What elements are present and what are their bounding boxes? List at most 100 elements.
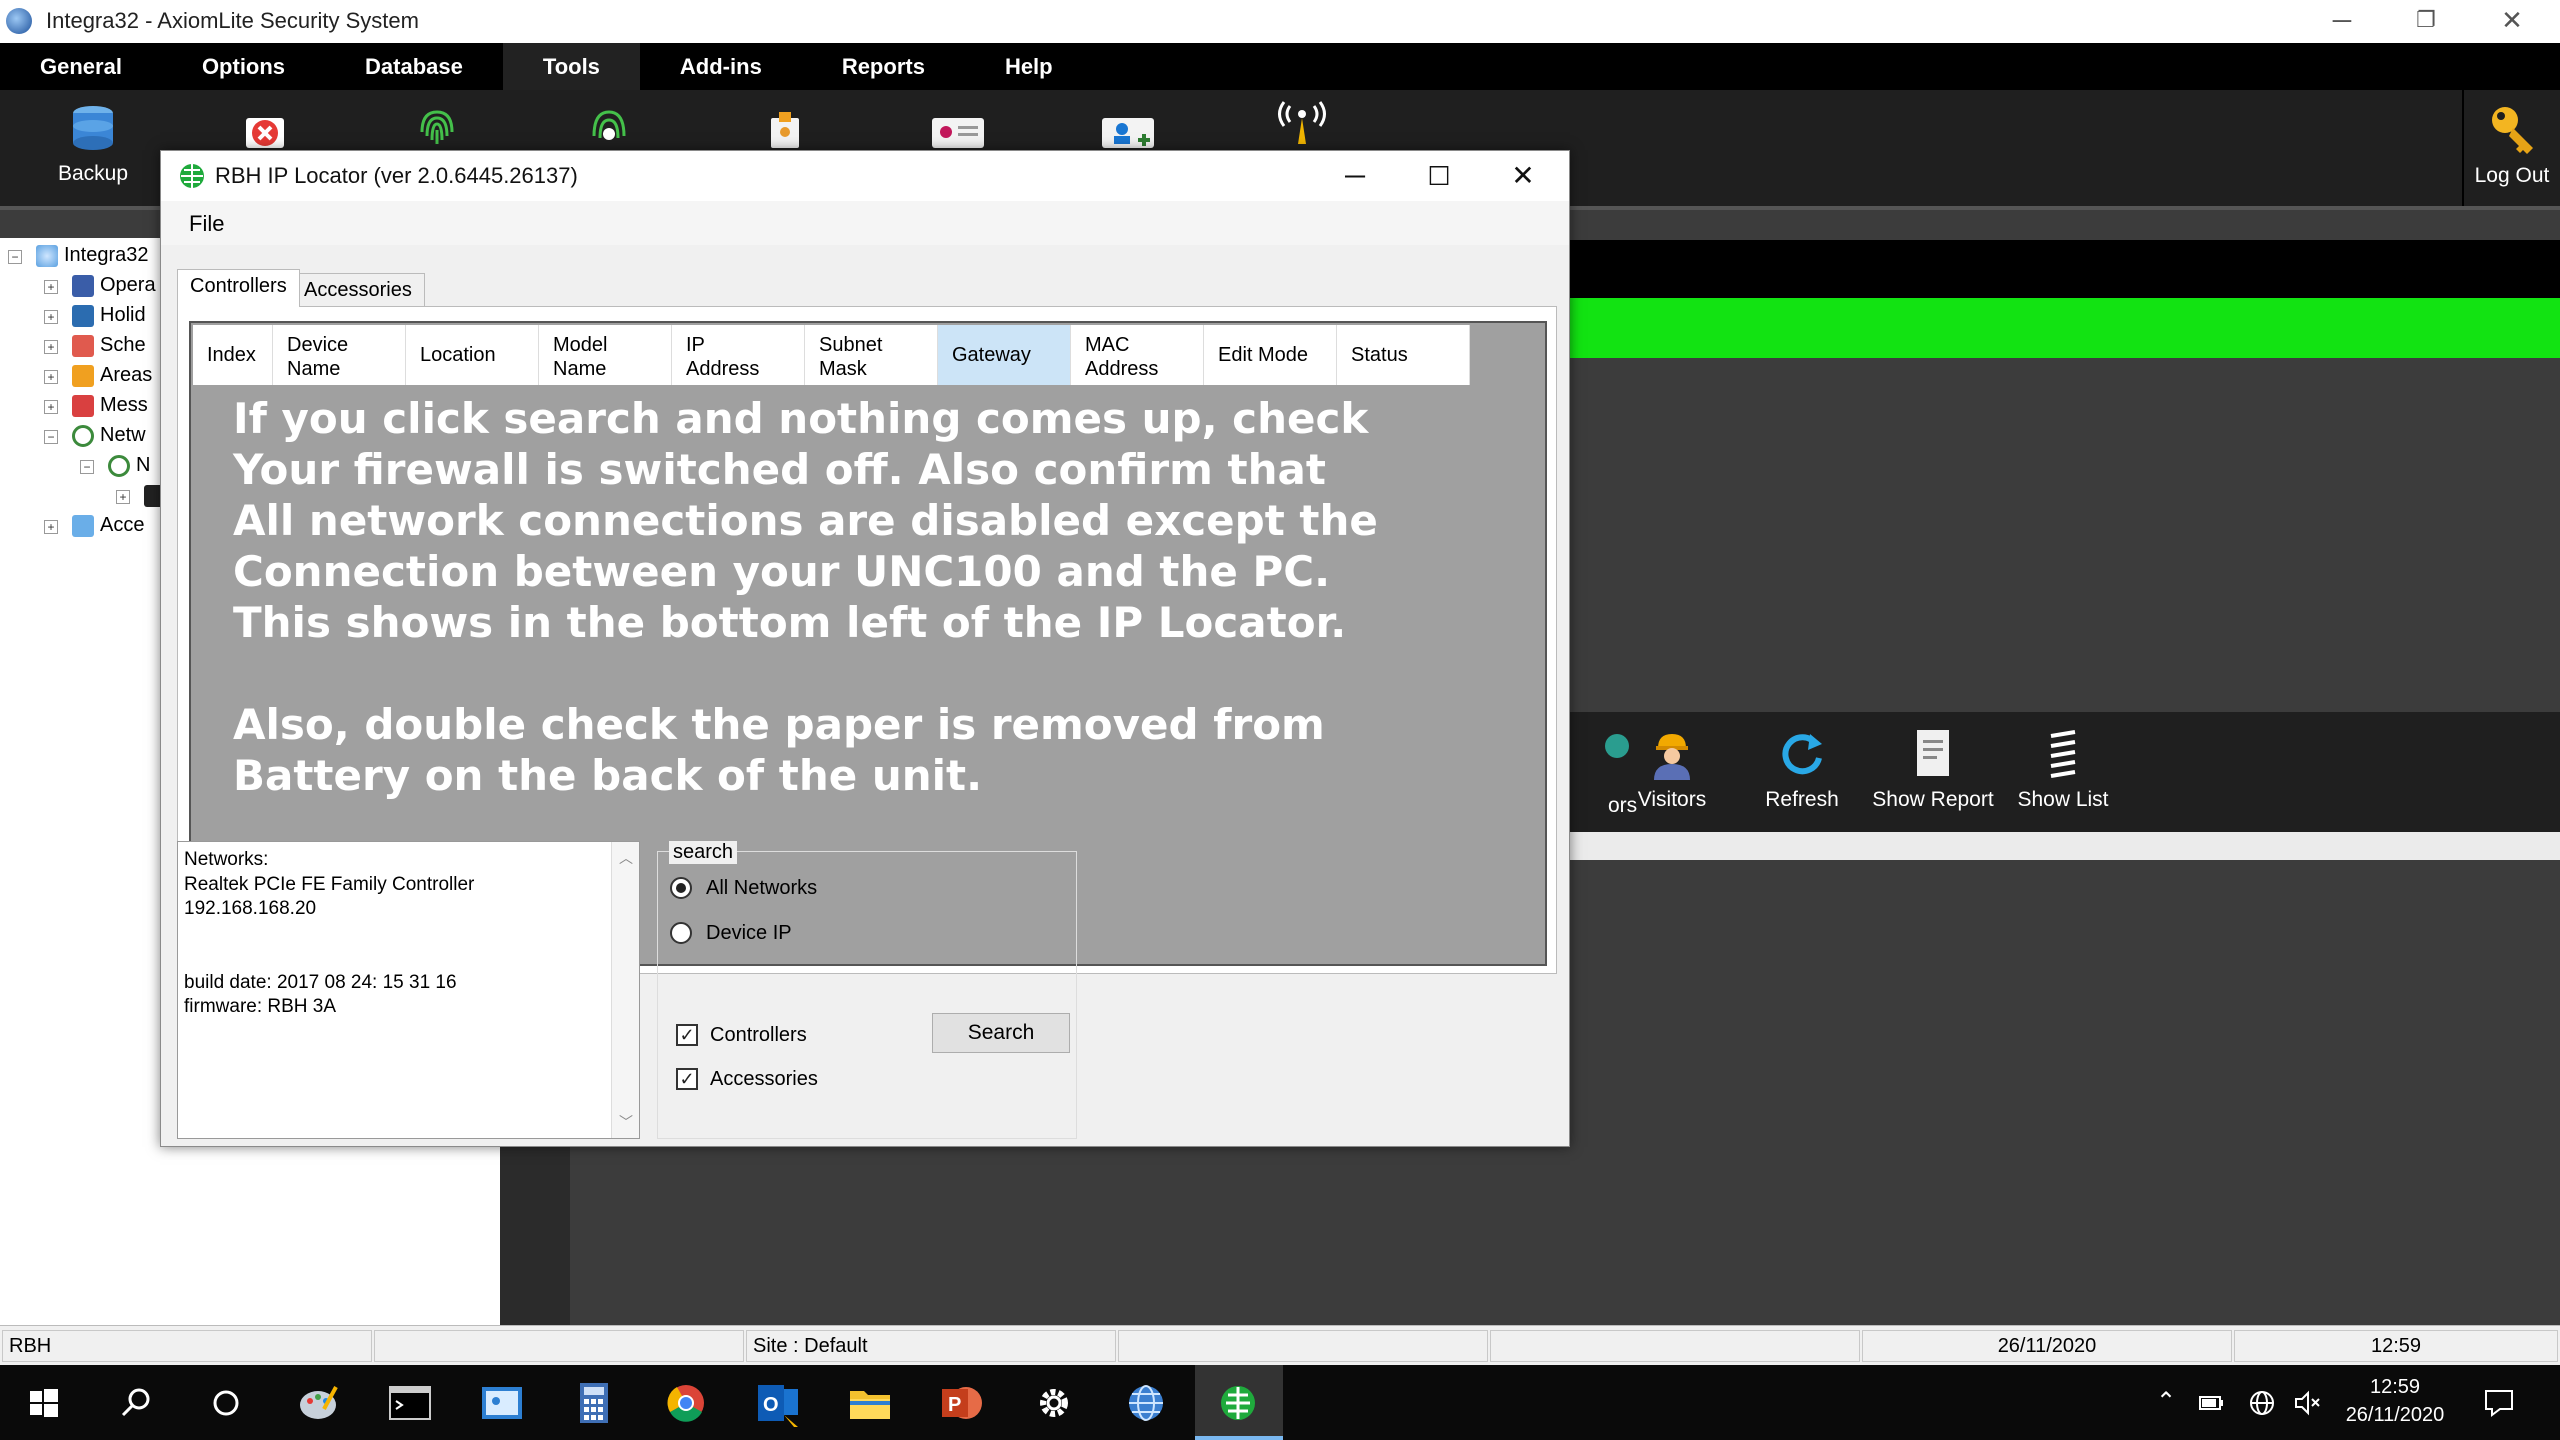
refresh-button[interactable]: Refresh <box>1737 712 1867 832</box>
operators-icon <box>72 274 94 297</box>
controllers-checkbox[interactable]: ✓ <box>676 1024 698 1046</box>
column-header-status[interactable]: Status <box>1337 325 1470 385</box>
calculator-icon[interactable] <box>566 1375 622 1431</box>
schedule-icon <box>72 334 94 357</box>
ip-locator-dialog: RBH IP Locator (ver 2.0.6445.26137) ─ ☐ … <box>160 150 1570 1147</box>
report-icon <box>1917 730 1949 776</box>
column-header-model-name[interactable]: Model Name <box>539 325 672 385</box>
paint-icon[interactable] <box>290 1375 346 1431</box>
search-icon[interactable] <box>108 1375 164 1431</box>
tree-item-holidays[interactable]: Holid <box>72 304 146 327</box>
column-header-location[interactable]: Location <box>406 325 539 385</box>
tree-item-schedules[interactable]: Sche <box>72 334 146 357</box>
taskbar-clock-date: 26/11/2020 <box>2345 1404 2445 1426</box>
search-button[interactable]: Search <box>932 1013 1070 1053</box>
visitors-button[interactable]: Visitors <box>1607 712 1737 832</box>
dialog-maximize-button[interactable]: ☐ <box>1399 151 1479 201</box>
dialog-close-button[interactable]: ✕ <box>1483 151 1563 201</box>
terminal-icon[interactable] <box>382 1375 438 1431</box>
menu-general[interactable]: General <box>0 43 162 90</box>
tree-item-access[interactable]: Acce <box>72 514 144 537</box>
close-button[interactable]: ✕ <box>2470 0 2554 43</box>
integra-globe-icon[interactable] <box>1118 1375 1174 1431</box>
tree-item-network[interactable]: Netw <box>72 424 146 447</box>
menu-database[interactable]: Database <box>325 43 503 90</box>
network-node-icon <box>108 454 130 477</box>
taskbar-clock-time: 12:59 <box>2369 1376 2421 1398</box>
network-info-box[interactable]: Networks: Realtek PCIe FE Family Control… <box>177 841 640 1139</box>
file-explorer-icon[interactable] <box>842 1375 898 1431</box>
accessories-checkbox-label[interactable]: Accessories <box>710 1068 818 1091</box>
accessories-checkbox[interactable]: ✓ <box>676 1068 698 1090</box>
tree-expand-toggle[interactable]: + <box>44 280 58 294</box>
show-hidden-icons-chevron-icon[interactable]: ⌃ <box>2156 1387 2176 1416</box>
tree-item-network-node[interactable]: N <box>108 454 150 477</box>
tree-expand-toggle[interactable]: + <box>44 520 58 534</box>
windows-start-icon[interactable] <box>16 1375 72 1431</box>
device-ip-label[interactable]: Device IP <box>706 922 792 945</box>
column-header-device-name[interactable]: Device Name <box>273 325 406 385</box>
column-header-gateway[interactable]: Gateway <box>938 325 1071 385</box>
column-header-edit-mode[interactable]: Edit Mode <box>1204 325 1337 385</box>
logout-button[interactable]: Log Out <box>2462 90 2560 206</box>
settings-gear-icon[interactable] <box>1026 1375 1082 1431</box>
tree-expand-toggle[interactable]: + <box>44 340 58 354</box>
outlook-icon[interactable]: O <box>750 1375 806 1431</box>
volume-muted-icon[interactable] <box>2292 1389 2322 1417</box>
backup-button[interactable]: Backup <box>40 90 146 206</box>
search-group-label: search <box>669 841 738 864</box>
status-date: 26/11/2020 <box>1862 1330 2232 1362</box>
tree-expand-toggle[interactable]: + <box>44 370 58 384</box>
tab-accessories[interactable]: Accessories <box>291 273 425 307</box>
all-networks-label[interactable]: All Networks <box>706 877 817 900</box>
tree-collapse-toggle[interactable]: − <box>8 250 22 264</box>
controllers-checkbox-label[interactable]: Controllers <box>710 1024 807 1047</box>
column-header-index[interactable]: Index <box>193 325 273 385</box>
tree-collapse-toggle[interactable]: − <box>44 430 58 444</box>
menu-options[interactable]: Options <box>162 43 325 90</box>
battery-icon[interactable] <box>2198 1391 2224 1413</box>
svg-text:P: P <box>948 1394 961 1416</box>
contacts-app-icon[interactable] <box>474 1375 530 1431</box>
status-empty-3 <box>1490 1330 1860 1362</box>
taskbar-clock[interactable]: 12:59 26/11/2020 <box>2330 1373 2460 1429</box>
column-header-mac-address[interactable]: MAC Address <box>1071 325 1204 385</box>
column-header-subnet-mask[interactable]: Subnet Mask <box>805 325 938 385</box>
tree-item-areas[interactable]: Areas <box>72 364 152 387</box>
column-header-ip-address[interactable]: IP Address <box>672 325 805 385</box>
tree-item-messages[interactable]: Mess <box>72 394 148 417</box>
menu-file[interactable]: File <box>189 211 224 237</box>
id-badge-icon <box>771 112 799 148</box>
menu-help[interactable]: Help <box>965 43 1093 90</box>
ip-locator-globe-icon <box>180 164 204 188</box>
tree-item-root[interactable]: Integra32 <box>36 244 149 267</box>
network-globe-icon[interactable] <box>2248 1389 2276 1417</box>
menu-addins[interactable]: Add-ins <box>640 43 802 90</box>
show-list-button[interactable]: Show List <box>1998 712 2128 832</box>
device-ip-radio[interactable] <box>670 922 692 944</box>
scroll-up-arrow-icon[interactable]: ︿ <box>616 848 636 868</box>
status-time: 12:59 <box>2234 1330 2558 1362</box>
info-scrollbar[interactable]: ︿ ﹀ <box>611 842 639 1138</box>
chrome-icon[interactable] <box>658 1375 714 1431</box>
scroll-down-arrow-icon[interactable]: ﹀ <box>616 1112 636 1132</box>
menu-reports[interactable]: Reports <box>802 43 965 90</box>
action-center-icon[interactable] <box>2482 1387 2516 1419</box>
cortana-icon[interactable] <box>198 1375 254 1431</box>
show-report-button[interactable]: Show Report <box>1868 712 1998 832</box>
powerpoint-icon[interactable]: P <box>934 1375 990 1431</box>
restore-button[interactable]: ❐ <box>2384 0 2468 43</box>
dialog-minimize-button[interactable]: ─ <box>1315 151 1395 201</box>
tree-item-operators[interactable]: Opera <box>72 274 156 297</box>
tree-expand-toggle[interactable]: + <box>44 400 58 414</box>
app-titlebar: Integra32 - AxiomLite Security System ─ … <box>0 0 2560 43</box>
all-networks-radio[interactable] <box>670 877 692 899</box>
rbh-ip-locator-icon[interactable] <box>1210 1375 1266 1431</box>
tree-expand-toggle[interactable]: + <box>44 310 58 324</box>
minimize-button[interactable]: ─ <box>2300 0 2384 43</box>
tree-collapse-toggle[interactable]: − <box>80 460 94 474</box>
status-empty-1 <box>374 1330 744 1362</box>
menu-tools[interactable]: Tools <box>502 43 640 90</box>
tab-controllers[interactable]: Controllers <box>177 269 300 307</box>
tree-expand-toggle[interactable]: + <box>116 490 130 504</box>
